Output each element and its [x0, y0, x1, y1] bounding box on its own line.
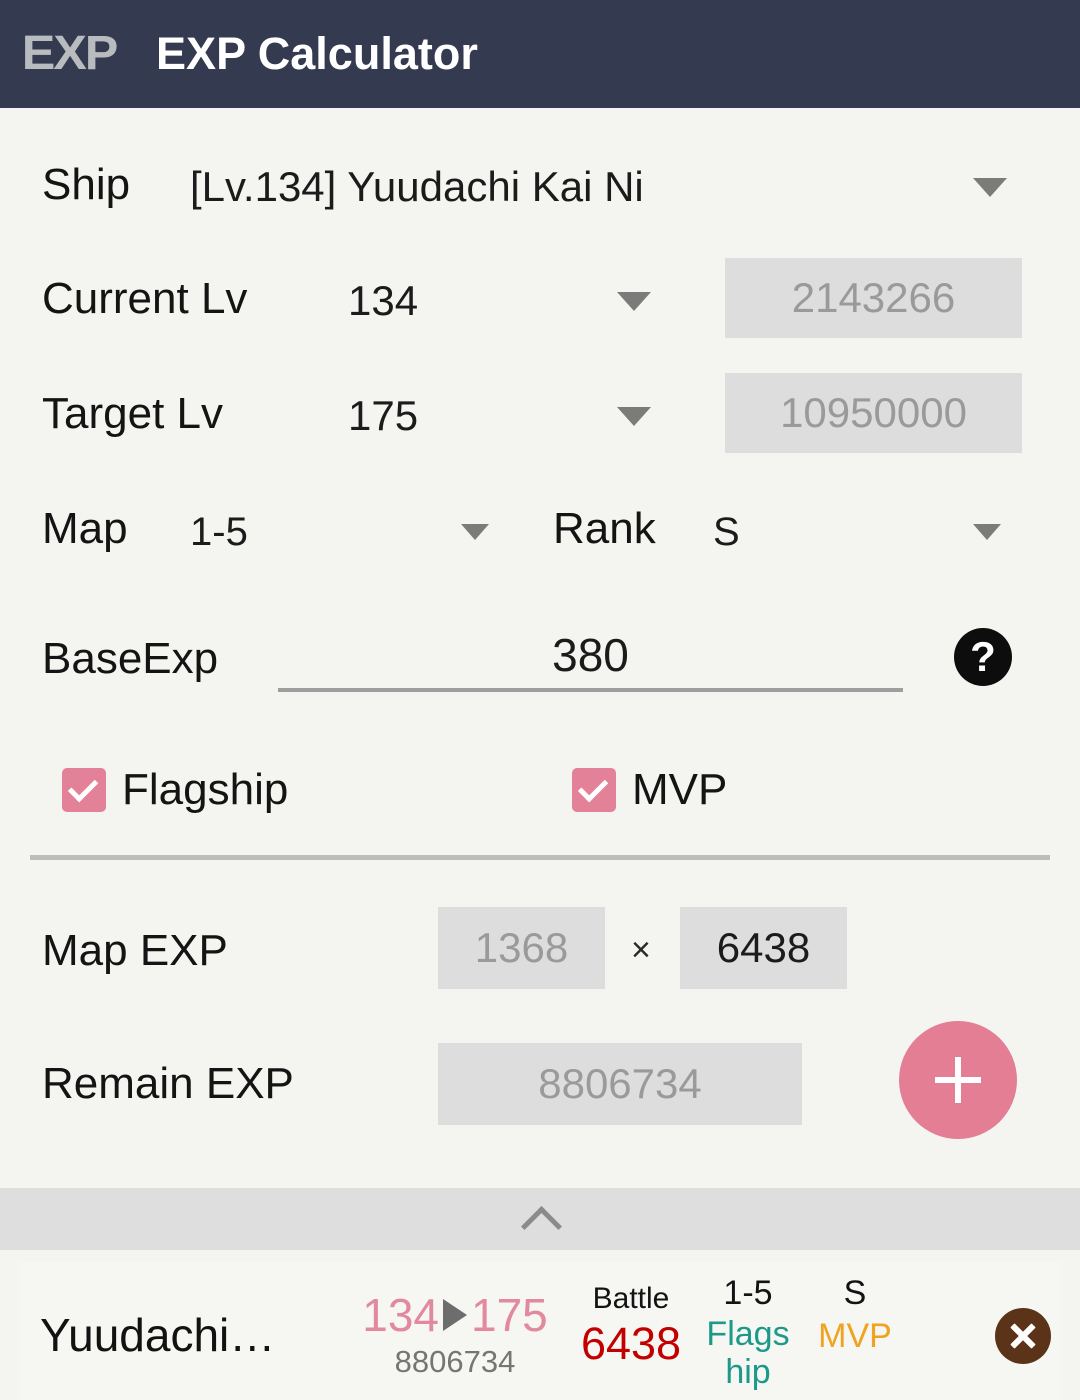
list-item-battle-column: Battle 6438	[576, 1282, 686, 1370]
list-item[interactable]: Yuudachi… 134 175 8806734 Battle 6438 1-5…	[20, 1262, 1060, 1400]
ship-value[interactable]: [Lv.134] Yuudachi Kai Ni	[190, 163, 644, 211]
base-exp-label: BaseExp	[42, 634, 219, 683]
map-exp-label: Map EXP	[42, 926, 228, 975]
list-item-to-level: 175	[471, 1289, 548, 1341]
multiplication-sign: ×	[631, 931, 651, 969]
rank-label: Rank	[553, 504, 656, 553]
delete-entry-button[interactable]	[995, 1308, 1051, 1364]
rank-value[interactable]: S	[713, 510, 740, 555]
list-item-map-label: 1-5	[723, 1274, 773, 1312]
target-level-chevron-down-icon[interactable]	[617, 407, 651, 426]
flagship-label: Flagship	[122, 765, 289, 814]
add-entry-button[interactable]	[899, 1021, 1017, 1139]
target-level-label: Target Lv	[42, 389, 223, 438]
list-item-remain-exp: 8806734	[394, 1344, 516, 1379]
list-item-from-level: 134	[362, 1289, 439, 1341]
chevron-up-icon	[523, 1202, 557, 1236]
current-level-value[interactable]: 134	[348, 277, 418, 325]
base-exp-input[interactable]: 380	[278, 620, 903, 692]
flagship-checkbox-row[interactable]: Flagship	[62, 765, 288, 815]
rank-chevron-down-icon[interactable]	[973, 524, 1001, 540]
base-exp-value: 380	[552, 629, 629, 681]
list-item-map-column: 1-5 Flagship	[700, 1274, 796, 1391]
page-title: EXP Calculator	[156, 28, 478, 79]
list-item-battle-label: Battle	[592, 1282, 670, 1315]
list-item-ship-name: Yuudachi…	[40, 1309, 276, 1361]
remain-exp-field: 8806734	[438, 1043, 802, 1125]
target-level-exp-field: 10950000	[725, 373, 1022, 453]
base-exp-row: BaseExp 380 ?	[0, 572, 1080, 732]
mvp-checkbox-row[interactable]: MVP	[572, 765, 727, 815]
remain-exp-label: Remain EXP	[42, 1059, 294, 1108]
mvp-label: MVP	[632, 765, 728, 814]
current-level-exp-field: 2143266	[725, 258, 1022, 338]
target-level-value[interactable]: 175	[348, 392, 418, 440]
map-rank-row: Map 1-5 Rank S	[0, 456, 1080, 572]
map-value[interactable]: 1-5	[190, 510, 248, 555]
list-item-level-progress: 134 175 8806734	[340, 1288, 570, 1380]
app-bar: EXP EXP Calculator	[0, 0, 1080, 108]
close-icon	[1008, 1321, 1038, 1351]
current-level-row: Current Lv 134 2143266	[0, 224, 1080, 340]
current-level-label: Current Lv	[42, 274, 248, 323]
exp-calculator-screen: EXP EXP Calculator Ship [Lv.134] Yuudach…	[0, 0, 1080, 1400]
list-item-flagship-value: Flagship	[706, 1315, 790, 1392]
ship-chevron-down-icon[interactable]	[973, 178, 1007, 197]
map-chevron-down-icon[interactable]	[461, 524, 489, 540]
list-item-rank-column: S MVP	[800, 1274, 910, 1356]
arrow-right-icon	[443, 1299, 467, 1331]
sheet-drag-handle[interactable]	[0, 1188, 1080, 1250]
list-item-rank-label: S	[843, 1274, 867, 1312]
map-exp-row: Map EXP 1368 × 6438	[0, 896, 1080, 1006]
help-icon[interactable]: ?	[954, 628, 1012, 686]
map-label: Map	[42, 504, 128, 553]
plus-icon	[935, 1057, 981, 1103]
list-item-mvp-value: MVP	[818, 1317, 892, 1355]
app-logo-icon: EXP	[21, 27, 119, 80]
section-divider	[30, 855, 1050, 860]
map-exp-battles-field: 1368	[438, 907, 605, 989]
flagship-checkbox[interactable]	[62, 768, 106, 812]
target-level-row: Target Lv 175 10950000	[0, 340, 1080, 456]
mvp-checkbox[interactable]	[572, 768, 616, 812]
ship-row[interactable]: Ship [Lv.134] Yuudachi Kai Ni	[0, 108, 1080, 224]
map-exp-per-battle-field: 6438	[680, 907, 847, 989]
ship-label: Ship	[42, 160, 131, 209]
list-item-battle-value: 6438	[580, 1318, 682, 1369]
current-level-chevron-down-icon[interactable]	[617, 292, 651, 311]
